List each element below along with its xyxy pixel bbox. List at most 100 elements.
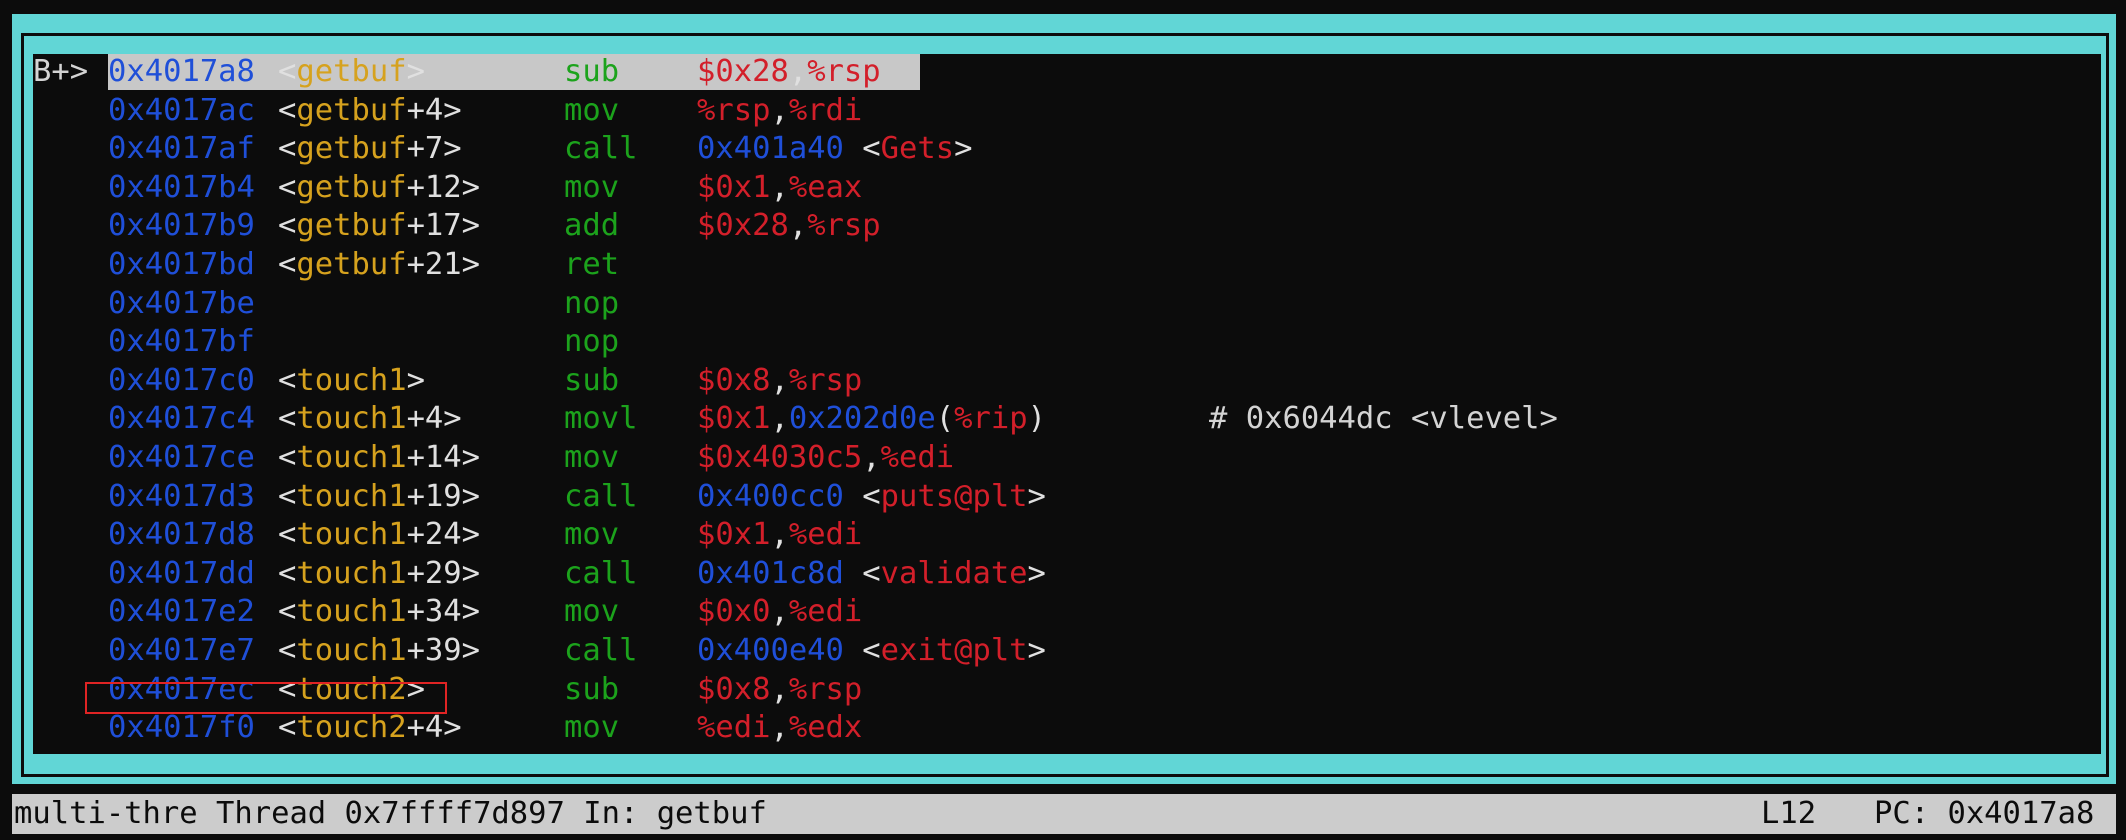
symbol-label: <touch1+29> — [278, 554, 480, 593]
asm-row-current[interactable]: B+> 0x4017a8 <getbuf> sub $0x28,%rsp — [33, 54, 2101, 91]
operand-value: $0x28 — [697, 54, 789, 89]
operand-value: $0x4030c5 — [697, 440, 863, 475]
symbol-offset: +34 — [406, 594, 462, 630]
symbol-open-bracket: < — [278, 92, 297, 128]
symbol-open-bracket: < — [278, 710, 297, 746]
symbol-offset: +19 — [406, 478, 462, 514]
operand-punctuation: , — [770, 671, 789, 707]
symbol-open-bracket: < — [278, 401, 297, 437]
instruction-operands: 0x401a40 <Gets> — [697, 129, 972, 168]
gdb-tui-window: B+> 0x4017a8 <getbuf> sub $0x28,%rsp 0x4017ac… — [0, 0, 2126, 840]
instruction-operands: $0x8,%rsp — [697, 670, 862, 709]
status-line-number: L12 — [1761, 796, 1817, 831]
symbol-offset: +4 — [406, 92, 444, 128]
instruction-address: 0x4017e2 — [108, 594, 255, 630]
instruction-address: 0x4017ce — [108, 440, 255, 475]
symbol-close-bracket: > — [461, 247, 481, 282]
operand-value: $0x8 — [697, 362, 771, 398]
instruction-mnemonic: add — [564, 208, 620, 244]
instruction-operands: %edi,%edx — [697, 708, 862, 747]
instruction-address: 0x4017bd — [108, 247, 255, 282]
symbol-label: <getbuf+7> — [278, 129, 462, 168]
symbol-label: <touch1+4> — [278, 399, 462, 438]
symbol-offset: +12 — [406, 169, 462, 205]
operand-address: 0x202d0e — [788, 401, 936, 437]
operand-value: %rsp — [807, 54, 881, 89]
operand-punctuation: , — [862, 440, 881, 475]
instruction-address: 0x4017b4 — [108, 169, 255, 205]
symbol-open-bracket: < — [278, 247, 297, 282]
instruction-operands: $0x4030c5,%edi — [697, 438, 954, 477]
instruction-mnemonic: nop — [564, 324, 620, 360]
instruction-mnemonic: mov — [564, 169, 620, 205]
symbol-open-bracket: < — [278, 478, 297, 514]
operand-punctuation: > — [954, 131, 973, 167]
instruction-operands: $0x1,%eax — [697, 168, 862, 207]
status-thread-info: multi-thre Thread 0x7ffff7d897 In: getbu… — [14, 796, 767, 831]
asm-row[interactable]: 0x4017ce <touch1+14> mov $0x4030c5,%edi — [33, 438, 2101, 477]
asm-row[interactable]: 0x4017d3 <touch1+19> call 0x400cc0 <puts@pl… — [33, 477, 2101, 516]
instruction-address: 0x4017af — [108, 131, 255, 167]
symbol-offset: +4 — [406, 710, 444, 746]
symbol-open-bracket: < — [278, 594, 297, 630]
disassembly-panel[interactable]: B+> 0x4017a8 <getbuf> sub $0x28,%rsp 0x4017ac… — [33, 54, 2101, 754]
instruction-operands: $0x0,%edi — [697, 592, 862, 631]
asm-row[interactable]: 0x4017f0 <touch2+4> mov %edi,%edx — [33, 708, 2101, 747]
asm-row[interactable]: 0x4017c4 <touch1+4> movl $0x1,0x202d0e(%rip… — [33, 399, 2101, 438]
asm-row[interactable]: 0x4017bf nop — [33, 322, 2101, 361]
operand-value: %edi — [880, 440, 955, 475]
symbol-open-bracket: < — [278, 208, 297, 244]
asm-row[interactable]: 0x4017dd <touch1+29> call 0x401c8d <validat… — [33, 554, 2101, 593]
symbol-close-bracket: > — [461, 169, 481, 205]
asm-row[interactable]: 0x4017af <getbuf+7> call 0x401a40 <Gets> — [33, 129, 2101, 168]
symbol-function: touch2 — [296, 710, 407, 746]
symbol-offset: +29 — [406, 555, 462, 591]
operand-punctuation: < — [843, 555, 881, 591]
symbol-offset: +39 — [406, 633, 462, 668]
asm-row[interactable]: 0x4017e2 <touch1+34> mov $0x0,%edi — [33, 592, 2101, 631]
asm-row[interactable]: 0x4017ac <getbuf+4> mov %rsp,%rdi — [33, 91, 2101, 130]
symbol-close-bracket: > — [443, 131, 462, 167]
instruction-address: 0x4017c4 — [108, 401, 255, 437]
breakpoint-marker: B+> — [33, 54, 89, 89]
symbol-function: touch1 — [296, 362, 407, 398]
instruction-address: 0x4017b9 — [108, 208, 255, 244]
asm-row[interactable]: 0x4017c0 <touch1> sub $0x8,%rsp — [33, 361, 2101, 400]
operand-value: $0x0 — [697, 594, 771, 630]
operand-value: %eax — [788, 169, 863, 205]
instruction-mnemonic: nop — [564, 285, 620, 321]
operand-punctuation: > — [1027, 555, 1046, 591]
symbol-close-bracket: > — [443, 710, 462, 746]
symbol-offset: +4 — [406, 401, 444, 437]
symbol-function: touch1 — [296, 594, 407, 630]
operand-value: $0x28 — [697, 208, 789, 244]
operand-value: $0x1 — [697, 401, 771, 437]
operand-punctuation: ) — [1027, 401, 1046, 437]
instruction-operands: $0x8,%rsp — [697, 361, 862, 400]
instruction-mnemonic: sub — [564, 671, 620, 707]
instruction-address: 0x4017d3 — [108, 478, 255, 514]
asm-row[interactable]: 0x4017b9 <getbuf+17> add $0x28,%rsp — [33, 206, 2101, 245]
symbol-close-bracket: > — [461, 517, 481, 553]
symbol-open-bracket: < — [278, 169, 297, 205]
symbol-close-bracket: > — [461, 208, 481, 244]
instruction-mnemonic: mov — [564, 710, 620, 746]
operand-punctuation: > — [1027, 633, 1046, 668]
asm-row[interactable]: 0x4017b4 <getbuf+12> mov $0x1,%eax — [33, 168, 2101, 207]
symbol-label: <touch2+4> — [278, 708, 462, 747]
asm-row[interactable]: 0x4017ec <touch2> sub $0x8,%rsp — [33, 670, 2101, 709]
symbol-label: <touch1+39> — [278, 631, 480, 670]
instruction-mnemonic: mov — [564, 92, 620, 128]
asm-row[interactable]: 0x4017e7 <touch1+39> call 0x400e40 <exit@pl… — [33, 631, 2101, 670]
symbol-label: <touch2> — [278, 670, 425, 709]
symbol-open-bracket: < — [278, 131, 297, 167]
status-bar: multi-thre Thread 0x7ffff7d897 In: getbu… — [12, 794, 2116, 834]
asm-row[interactable]: 0x4017d8 <touch1+24> mov $0x1,%edi — [33, 515, 2101, 554]
symbol-function: getbuf — [296, 131, 407, 167]
operand-value: $0x1 — [697, 169, 771, 205]
operand-value: %rsp — [697, 92, 771, 128]
symbol-function: getbuf — [296, 54, 407, 89]
asm-row[interactable]: 0x4017bd <getbuf+21> ret — [33, 245, 2101, 284]
asm-row[interactable]: 0x4017be nop — [33, 284, 2101, 323]
instruction-address: 0x4017be — [108, 285, 255, 321]
